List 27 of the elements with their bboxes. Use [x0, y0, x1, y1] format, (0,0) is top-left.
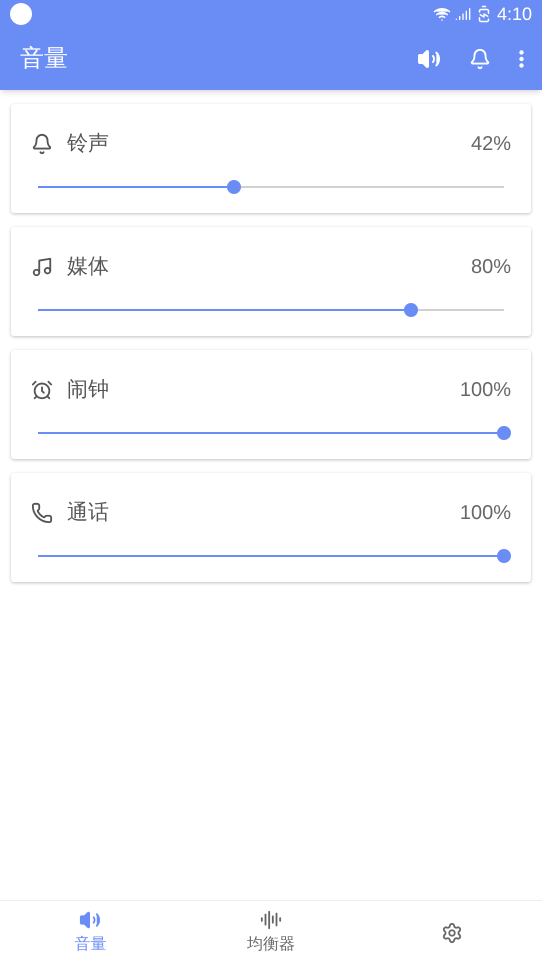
volume-percent: 42% [470, 132, 511, 157]
volume-label: 媒体 [67, 254, 110, 280]
music-note-icon [31, 256, 53, 278]
more-icon [519, 50, 524, 68]
sound-wave-icon [260, 908, 282, 930]
volume-label: 通话 [67, 500, 110, 526]
status-time: 4:10 [496, 2, 532, 26]
app-title: 音量 [20, 44, 69, 74]
phone-icon [31, 502, 53, 524]
speaker-icon [417, 47, 441, 71]
bell-icon [31, 132, 53, 155]
volume-percent: 80% [470, 254, 511, 280]
slider-thumb[interactable] [226, 180, 241, 194]
bell-icon [469, 48, 491, 70]
volume-percent: 100% [460, 500, 511, 526]
alarm-clock-icon [31, 378, 53, 401]
slider-thumb[interactable] [497, 548, 511, 562]
volume-percent: 100% [460, 378, 511, 403]
signal-icon [454, 6, 471, 22]
volume-label: 闹钟 [67, 377, 110, 403]
bottom-nav-tab[interactable]: 均衡器 [180, 901, 362, 964]
volume-label: 铃声 [67, 131, 110, 157]
wifi-icon [432, 5, 451, 23]
settings-icon [440, 922, 463, 944]
slider-thumb[interactable] [404, 302, 418, 316]
slider-thumb[interactable] [497, 426, 511, 440]
bottom-nav-tab[interactable]: 音量 [0, 901, 181, 964]
